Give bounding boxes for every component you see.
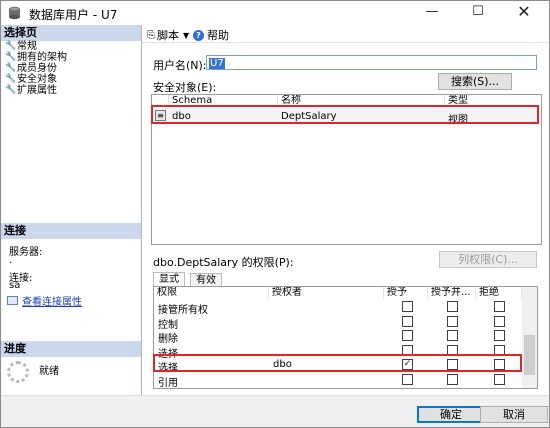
server-value: . xyxy=(9,255,13,266)
username-value: U7 xyxy=(209,58,225,69)
column-header-grant[interactable]: 授予 xyxy=(384,287,428,299)
grant-checkbox[interactable] xyxy=(402,315,413,327)
permission-name: 引用 xyxy=(158,378,178,389)
securables-label: 安全对象(E): xyxy=(153,81,217,94)
progress-status: 就绪 xyxy=(39,366,59,377)
minimize-button[interactable]: — xyxy=(409,1,455,25)
title-bar: 数据库用户 - U7 — ☐ ✕ xyxy=(1,1,549,25)
wrench-icon: 🔧 xyxy=(5,52,17,62)
column-permissions-button[interactable]: 列权限(C)... xyxy=(439,251,537,268)
sidebar-item-label: 安全对象 xyxy=(17,74,57,85)
wrench-icon: 🔧 xyxy=(5,41,17,51)
permissions-grid[interactable]: 权限 授权者 授予 授予并... 拒绝 接管所有权 控制 删除 选择 选择 dbo ✓ 引用 xyxy=(153,286,538,389)
wrench-icon: 🔧 xyxy=(5,63,17,73)
wrench-icon: 🔧 xyxy=(5,74,17,84)
with-grant-checkbox[interactable] xyxy=(447,301,458,312)
sidebar-item-membership[interactable]: 🔧 成员身份 xyxy=(5,63,67,74)
column-header-with-grant[interactable]: 授予并... xyxy=(428,287,476,299)
highlight-securable-row xyxy=(151,105,539,124)
table-row[interactable]: 控制 xyxy=(154,314,522,331)
script-button[interactable]: ⎘ 脚本 ▼ xyxy=(147,27,189,43)
column-header-deny[interactable]: 拒绝 xyxy=(476,287,522,299)
sidebar-item-securables[interactable]: 🔧 安全对象 xyxy=(5,74,67,85)
sidebar-item-owned-schemas[interactable]: 🔧 拥有的架构 xyxy=(5,52,67,63)
sidebar-item-general[interactable]: 🔧 常规 xyxy=(5,41,67,52)
deny-checkbox[interactable] xyxy=(494,315,505,327)
with-grant-checkbox[interactable] xyxy=(447,330,458,342)
wrench-icon: 🔧 xyxy=(5,85,17,95)
script-icon: ⎘ xyxy=(147,29,155,41)
server-label: 服务器: xyxy=(9,247,43,258)
help-icon: ? xyxy=(193,29,204,41)
column-header-permission[interactable]: 权限 xyxy=(154,287,269,299)
properties-icon xyxy=(7,296,18,305)
progress-header: 进度 xyxy=(1,341,141,357)
help-label: 帮助 xyxy=(207,29,229,42)
script-label: 脚本 xyxy=(157,29,179,42)
view-connection-properties-label: 查看连接属性 xyxy=(22,297,82,308)
view-connection-properties-link[interactable]: 查看连接属性 xyxy=(7,293,82,308)
deny-checkbox[interactable] xyxy=(494,374,505,385)
chevron-down-icon: ▼ xyxy=(183,30,190,40)
dialog-footer: 确定 取消 xyxy=(1,395,549,427)
with-grant-checkbox[interactable] xyxy=(447,374,458,385)
database-icon xyxy=(9,6,20,20)
deny-checkbox[interactable] xyxy=(494,301,505,312)
connection-header: 连接 xyxy=(1,223,141,239)
grant-checkbox[interactable] xyxy=(402,301,413,312)
toolbar: ⎘ 脚本 ▼ ? 帮助 xyxy=(142,25,549,43)
page-list: 🔧 常规 🔧 拥有的架构 🔧 成员身份 🔧 安全对象 🔧 扩展属性 xyxy=(5,41,67,96)
scrollbar-thumb[interactable] xyxy=(524,335,535,375)
deny-checkbox[interactable] xyxy=(494,330,505,342)
search-button[interactable]: 搜索(S)... xyxy=(438,73,512,90)
sidebar-item-label: 常规 xyxy=(17,41,37,52)
main-panel: 用户名(N): U7 安全对象(E): 搜索(S)... Schema 名称 类… xyxy=(142,43,549,395)
dialog-window: 数据库用户 - U7 — ☐ ✕ 选择页 🔧 常规 🔧 拥有的架构 🔧 成员身份… xyxy=(0,0,550,428)
table-row[interactable]: 删除 xyxy=(154,328,522,345)
help-button[interactable]: ? 帮助 xyxy=(193,27,229,43)
sidebar-item-label: 拥有的架构 xyxy=(17,52,67,63)
sidebar-item-extended-properties[interactable]: 🔧 扩展属性 xyxy=(5,85,67,96)
table-row[interactable]: 引用 xyxy=(154,372,522,389)
maximize-button[interactable]: ☐ xyxy=(455,1,501,25)
with-grant-checkbox[interactable] xyxy=(447,315,458,327)
connection-value: sa xyxy=(9,280,21,291)
ok-button[interactable]: 确定 xyxy=(417,406,485,423)
tab-effective[interactable]: 有效 xyxy=(190,273,222,287)
permissions-for-label: dbo.DeptSalary 的权限(P): xyxy=(153,256,294,269)
grant-checkbox[interactable] xyxy=(402,330,413,342)
close-button[interactable]: ✕ xyxy=(501,1,547,25)
select-page-header: 选择页 xyxy=(1,25,141,41)
window-title: 数据库用户 - U7 xyxy=(29,8,118,22)
username-field[interactable]: U7 xyxy=(206,55,537,70)
table-row[interactable]: 接管所有权 xyxy=(154,299,522,316)
column-header-grantor[interactable]: 授权者 xyxy=(269,287,384,299)
progress-spinner-icon xyxy=(7,361,29,383)
sidebar-item-label: 扩展属性 xyxy=(17,85,57,96)
username-label: 用户名(N): xyxy=(153,59,207,72)
cancel-button[interactable]: 取消 xyxy=(480,406,548,423)
highlight-permission-row xyxy=(153,354,522,372)
grant-checkbox[interactable] xyxy=(402,374,413,385)
scrollbar[interactable] xyxy=(522,287,537,388)
sidebar-item-label: 成员身份 xyxy=(17,63,57,74)
left-pane: 选择页 🔧 常规 🔧 拥有的架构 🔧 成员身份 🔧 安全对象 🔧 扩展属性 连接… xyxy=(1,25,142,395)
tab-explicit[interactable]: 显式 xyxy=(153,272,185,287)
